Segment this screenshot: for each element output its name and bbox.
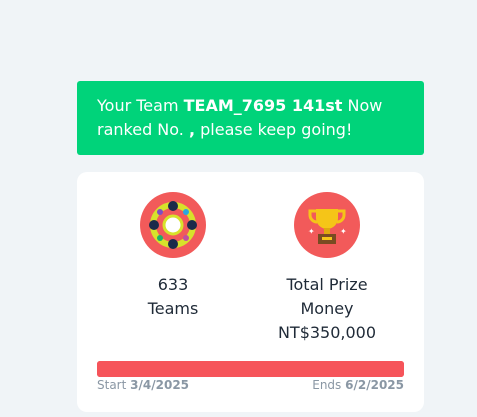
start-date: 3/4/2025 [130, 378, 190, 392]
end-date-group: Ends 6/2/2025 [312, 378, 404, 394]
teams-stat: 633 Teams [98, 192, 248, 321]
end-date: 6/2/2025 [345, 378, 404, 392]
prize-label-line2: Money [300, 299, 354, 318]
timeline-dates: Start 3/4/2025 Ends 6/2/2025 [97, 378, 404, 394]
team-name: TEAM_7695 141st [183, 96, 343, 115]
competition-stats-card: 633 Teams ✦ ✦ Total Prize Money NT$350,0… [77, 172, 424, 412]
teams-ring-icon [140, 192, 206, 258]
timeline-progress-fill [97, 361, 404, 377]
banner-suffix: please keep going! [195, 120, 353, 139]
end-label: Ends [312, 378, 342, 392]
svg-text:✦: ✦ [340, 227, 347, 236]
prize-amount: NT$350,000 [277, 323, 377, 342]
rank-banner: Your Team TEAM_7695 141st Now ranked No.… [77, 81, 424, 155]
start-date-group: Start 3/4/2025 [97, 378, 189, 394]
trophy-icon: ✦ ✦ [294, 192, 360, 258]
prize-label-line1: Total Prize [286, 275, 368, 294]
svg-text:✦: ✦ [308, 227, 315, 236]
timeline-progress-bar [97, 361, 404, 377]
prize-stat: ✦ ✦ Total Prize Money NT$350,000 [252, 192, 402, 345]
teams-label: Teams [147, 299, 199, 318]
start-label: Start [97, 378, 127, 392]
banner-prefix: Your Team [97, 96, 184, 115]
teams-count: 633 [157, 275, 189, 294]
